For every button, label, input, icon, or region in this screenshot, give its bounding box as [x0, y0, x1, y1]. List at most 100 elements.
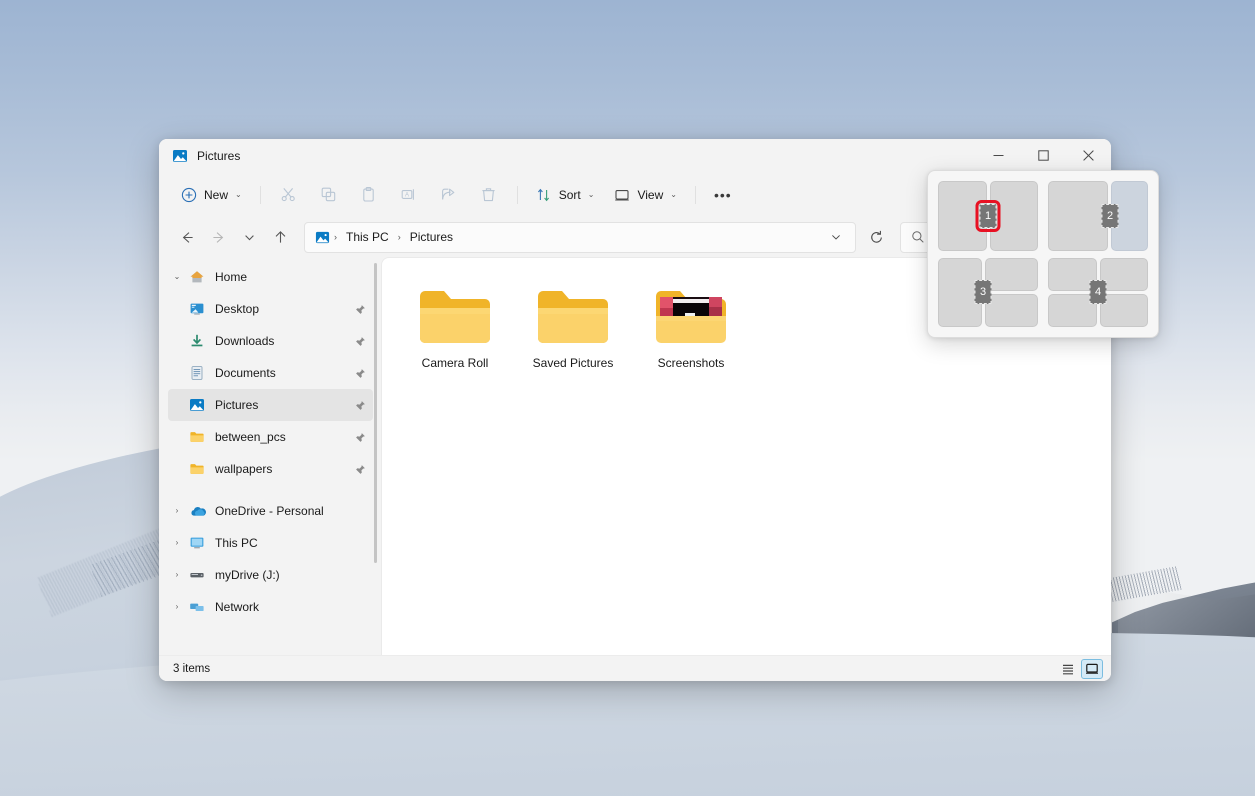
toolbar-divider-2 [517, 186, 518, 204]
folder-icon [186, 461, 208, 477]
breadcrumb-item-this-pc[interactable]: This PC [341, 227, 394, 247]
monitor-icon [614, 187, 630, 203]
pictures-folder-icon [186, 397, 208, 413]
window-controls [976, 139, 1111, 172]
copy-button[interactable] [310, 179, 348, 211]
sidebar-item-mydrive[interactable]: › myDrive (J:) [168, 559, 373, 591]
up-button[interactable] [265, 222, 295, 252]
pin-icon[interactable] [353, 400, 367, 411]
sort-button[interactable]: Sort ⌄ [527, 179, 604, 211]
snap-layout-option-1[interactable]: 1 [938, 181, 1038, 251]
sidebar-item-wallpapers[interactable]: wallpapers [168, 453, 373, 485]
toolbar-divider-3 [695, 186, 696, 204]
pin-icon[interactable] [353, 336, 367, 347]
snap-pane[interactable] [1100, 258, 1149, 291]
close-button[interactable] [1066, 139, 1111, 172]
rename-button[interactable]: A [390, 179, 428, 211]
scissors-icon [280, 186, 297, 203]
folder-icon [536, 286, 610, 346]
list-item[interactable]: Saved Pictures [514, 280, 632, 378]
sidebar-item-downloads[interactable]: Downloads [168, 325, 373, 357]
sidebar-item-label: OneDrive - Personal [208, 504, 367, 518]
search-icon [911, 230, 925, 244]
sidebar-item-network[interactable]: › Network [168, 591, 373, 623]
breadcrumb-item-pictures[interactable]: Pictures [405, 227, 458, 247]
sidebar-item-documents[interactable]: Documents [168, 357, 373, 389]
chevron-right-icon[interactable]: › [168, 507, 186, 515]
toolbar-divider [260, 186, 261, 204]
maximize-button[interactable] [1021, 139, 1066, 172]
pin-icon[interactable] [353, 432, 367, 443]
chevron-right-icon[interactable]: › [168, 539, 186, 547]
new-button[interactable]: New ⌄ [172, 179, 251, 211]
chevron-down-icon: ⌄ [588, 191, 595, 199]
breadcrumb-actions [823, 225, 849, 250]
view-toggles [1057, 659, 1103, 679]
sidebar-item-label: Home [208, 270, 367, 284]
chevron-right-icon[interactable]: › [168, 603, 186, 611]
snap-pane[interactable] [990, 181, 1039, 251]
svg-text:A: A [405, 193, 409, 199]
drive-icon [186, 567, 208, 583]
pin-icon[interactable] [353, 368, 367, 379]
snap-pane[interactable] [985, 294, 1038, 327]
sidebar-item-desktop[interactable]: Desktop [168, 293, 373, 325]
sidebar-item-onedrive[interactable]: › OneDrive - Personal [168, 495, 373, 527]
share-button[interactable] [430, 179, 468, 211]
home-icon [186, 269, 208, 285]
cut-button[interactable] [270, 179, 308, 211]
view-button[interactable]: View ⌄ [605, 179, 686, 211]
chevron-down-icon[interactable] [823, 225, 849, 250]
pin-icon[interactable] [353, 304, 367, 315]
sidebar-item-home[interactable]: ⌄ Home [168, 261, 373, 293]
snap-pane[interactable] [985, 258, 1038, 291]
desktop-icon [186, 301, 208, 317]
snap-pane[interactable] [1048, 181, 1108, 251]
chevron-right-icon[interactable]: › [168, 571, 186, 579]
chevron-down-icon: ⌄ [235, 191, 242, 199]
sidebar-item-between-pcs[interactable]: between_pcs [168, 421, 373, 453]
snap-pane-group [1100, 258, 1149, 328]
sidebar-item-this-pc[interactable]: › This PC [168, 527, 373, 559]
chevron-down-icon: ⌄ [670, 191, 677, 199]
sidebar-item-label: Downloads [208, 334, 353, 348]
documents-icon [186, 365, 208, 381]
sidebar-scrollbar[interactable] [374, 263, 377, 563]
navigation-pane: ⌄ Home [159, 257, 381, 655]
minimize-button[interactable] [976, 139, 1021, 172]
list-item[interactable]: Camera Roll [396, 280, 514, 378]
back-button[interactable] [172, 222, 202, 252]
chevron-down-icon[interactable]: ⌄ [168, 273, 186, 281]
large-icons-view-icon[interactable] [1081, 659, 1103, 679]
delete-button[interactable] [470, 179, 508, 211]
list-view-icon[interactable] [1057, 659, 1079, 679]
new-button-label: New [204, 188, 228, 202]
sidebar-gap [159, 485, 381, 495]
snap-layouts-flyout: 1 2 3 4 [927, 170, 1159, 338]
list-item[interactable]: Screenshots [632, 280, 750, 378]
recent-locations-button[interactable] [234, 222, 264, 252]
pin-icon[interactable] [353, 464, 367, 475]
refresh-button[interactable] [861, 222, 891, 252]
sort-button-label: Sort [559, 188, 581, 202]
snap-layout-badge-1: 1 [980, 204, 997, 228]
onedrive-icon [186, 503, 208, 520]
thispc-icon [186, 535, 208, 551]
folder-icon [186, 429, 208, 445]
snap-pane[interactable] [1100, 294, 1149, 327]
item-count-label: 3 items [173, 663, 210, 675]
snap-layout-option-2[interactable]: 2 [1048, 181, 1148, 251]
list-item-label: Screenshots [658, 356, 725, 370]
sidebar-item-label: Documents [208, 366, 353, 380]
paste-button[interactable] [350, 179, 388, 211]
sidebar-item-label: This PC [208, 536, 367, 550]
title-bar[interactable]: Pictures [159, 139, 1111, 172]
sidebar-item-pictures[interactable]: Pictures [168, 389, 373, 421]
more-options-button[interactable]: ••• [705, 179, 741, 211]
forward-button[interactable] [203, 222, 233, 252]
breadcrumb[interactable]: › This PC › Pictures [304, 222, 856, 253]
snap-layout-option-3[interactable]: 3 [938, 258, 1038, 328]
sidebar-item-label: Desktop [208, 302, 353, 316]
breadcrumb-separator: › [334, 232, 337, 242]
snap-layout-option-4[interactable]: 4 [1048, 258, 1148, 328]
